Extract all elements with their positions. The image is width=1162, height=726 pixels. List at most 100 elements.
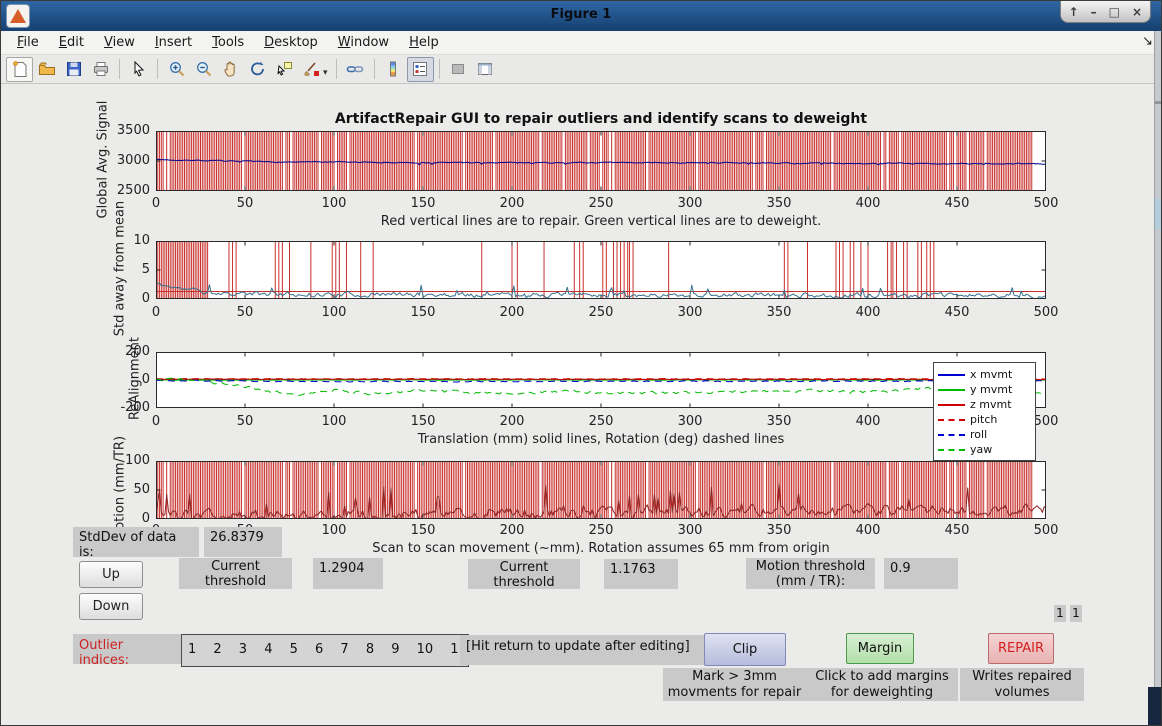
y-tick-label: 100 — [104, 453, 150, 468]
current-threshold-label-1: Current threshold — [179, 558, 292, 589]
insert-colorbar-icon — [384, 60, 402, 78]
down-button[interactable]: Down — [79, 593, 143, 620]
x-tick-label: 450 — [935, 305, 979, 320]
x-tick-label: 200 — [490, 305, 534, 320]
x-axis-label-plot-1: Red vertical lines are to repair. Green … — [156, 214, 1046, 229]
x-tick-label: 400 — [846, 196, 890, 211]
x-tick-label: 250 — [579, 414, 623, 429]
plot-legend[interactable]: x mvmty mvmtz mvmtpitchrollyaw — [933, 362, 1036, 461]
y-tick-label: 0 — [104, 511, 150, 526]
toolbar: ▾ — [1, 55, 1161, 84]
menu-tools[interactable]: Tools — [202, 33, 254, 52]
menu-view[interactable]: View — [94, 33, 145, 52]
y-tick-label: 50 — [104, 482, 150, 497]
outlier-indices-input[interactable]: 1 2 3 4 5 6 7 8 9 10 11 1 — [181, 634, 469, 667]
x-tick-label: 50 — [223, 414, 267, 429]
margin-note-line1: Click to add margins — [806, 669, 958, 685]
x-tick-label: 350 — [757, 305, 801, 320]
maximize-button[interactable]: □ — [1109, 2, 1120, 22]
clip-note-line2: movments for repair — [663, 685, 806, 701]
zoom-out-button[interactable] — [190, 57, 217, 82]
save-figure-button[interactable] — [60, 57, 87, 82]
data-cursor-button[interactable] — [271, 57, 298, 82]
outlier-indices-label: Outlier indices: — [73, 634, 182, 664]
menu-file[interactable]: File — [7, 33, 49, 52]
x-tick-label: 50 — [223, 196, 267, 211]
x-tick-label: 350 — [757, 414, 801, 429]
stddev-value: 26.8379 — [204, 527, 282, 557]
legend-entry: yaw — [938, 442, 1031, 457]
legend-line-sample — [938, 449, 965, 451]
y-tick-label: 0 — [104, 291, 150, 306]
new-figure-button[interactable] — [6, 57, 33, 82]
brush-button[interactable] — [298, 57, 325, 82]
y-tick-label: 3500 — [104, 123, 150, 138]
toolbar-separator — [157, 59, 158, 79]
pan-button[interactable] — [217, 57, 244, 82]
zoom-in-button[interactable] — [163, 57, 190, 82]
open-file-button[interactable] — [33, 57, 60, 82]
menu-edit[interactable]: Edit — [49, 33, 94, 52]
stddev-label: StdDev of data is: — [73, 527, 199, 557]
titlebar[interactable]: Figure 1 ↑–□× — [1, 1, 1161, 31]
print-figure-button[interactable] — [87, 57, 114, 82]
x-tick-label: 150 — [401, 523, 445, 538]
up-button[interactable]: Up — [79, 561, 143, 588]
hide-plot-tools-button[interactable] — [445, 57, 472, 82]
insert-legend-icon — [411, 60, 429, 78]
y-tick-label: 5 — [104, 262, 150, 277]
x-tick-label: 300 — [668, 305, 712, 320]
minimize-button[interactable]: – — [1091, 2, 1097, 22]
clip-note-line1: Mark > 3mm — [663, 669, 806, 685]
y-tick-label: 10 — [104, 233, 150, 248]
legend-label: z mvmt — [970, 398, 1012, 411]
dock-arrow-icon[interactable]: ↘ — [1142, 34, 1153, 49]
zoom-out-icon — [195, 60, 213, 78]
x-tick-label: 300 — [668, 196, 712, 211]
roll-up-button[interactable]: ↑ — [1069, 2, 1079, 22]
current-threshold-label-2: Current threshold — [468, 559, 580, 589]
menu-help[interactable]: Help — [399, 33, 449, 52]
legend-entry: roll — [938, 427, 1031, 442]
margin-button[interactable]: Margin — [846, 633, 914, 664]
legend-label: x mvmt — [970, 368, 1012, 381]
motion-threshold-value: 0.9 — [884, 558, 958, 589]
brush-dropdown-icon[interactable]: ▾ — [323, 68, 328, 78]
menu-insert[interactable]: Insert — [145, 33, 202, 52]
x-tick-label: 150 — [401, 305, 445, 320]
x-tick-label: 400 — [846, 414, 890, 429]
repair-button[interactable]: REPAIR — [988, 633, 1054, 664]
menu-window[interactable]: Window — [328, 33, 399, 52]
toolbar-separator — [119, 59, 120, 79]
open-file-icon — [38, 60, 56, 78]
rotate-3d-button[interactable] — [244, 57, 271, 82]
brush-icon — [303, 60, 321, 78]
x-tick-label: 400 — [846, 305, 890, 320]
x-tick-label: 250 — [579, 196, 623, 211]
insert-colorbar-button[interactable] — [380, 57, 407, 82]
series-pitch — [156, 379, 1046, 380]
clip-button[interactable]: Clip — [704, 633, 786, 666]
margin-note-line2: for deweighting — [806, 685, 958, 701]
y-tick-label: 2500 — [104, 183, 150, 198]
figure-title: ArtifactRepair GUI to repair outliers an… — [156, 111, 1046, 127]
pointer-button[interactable] — [125, 57, 152, 82]
x-tick-label: 300 — [668, 414, 712, 429]
menubar: FileEditViewInsertToolsDesktopWindowHelp… — [1, 31, 1161, 55]
y-tick-label: 200 — [104, 344, 150, 359]
close-button[interactable]: × — [1132, 2, 1142, 22]
plot-3 — [156, 352, 1046, 408]
repair-note-line1: Writes repaired — [960, 669, 1084, 685]
small-value-2: 1 — [1070, 605, 1082, 622]
legend-line-sample — [938, 404, 965, 406]
x-tick-label: 0 — [134, 305, 178, 320]
y-tick-label: 3000 — [104, 153, 150, 168]
link-plots-button[interactable] — [342, 57, 369, 82]
x-tick-label: 500 — [1024, 196, 1068, 211]
window-controls: ↑–□ × — [1060, 1, 1151, 23]
legend-entry: z mvmt — [938, 397, 1031, 412]
menu-desktop[interactable]: Desktop — [254, 33, 328, 52]
show-plot-tools-button[interactable] — [472, 57, 499, 82]
x-tick-label: 100 — [312, 414, 356, 429]
insert-legend-button[interactable] — [407, 57, 434, 82]
